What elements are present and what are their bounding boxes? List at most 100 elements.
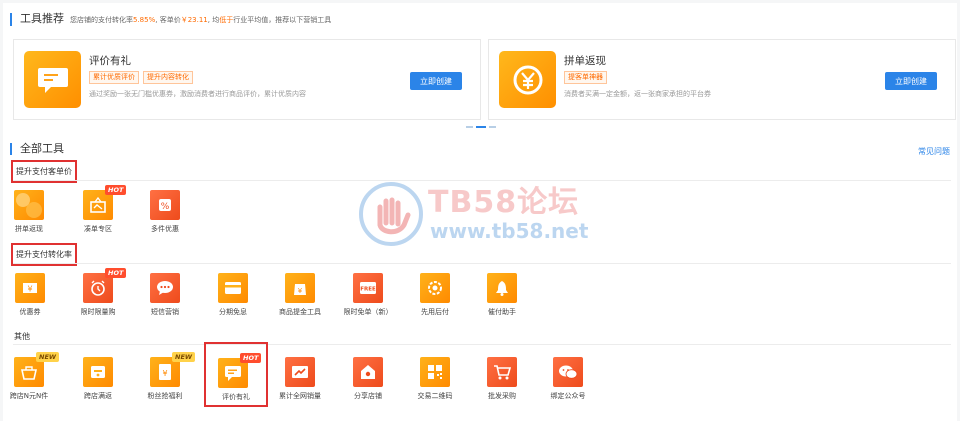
discount-tag-icon: % (150, 190, 180, 220)
tool-bundle-zone[interactable]: HOT 凑单专区 (83, 185, 143, 236)
tool-label: 绑定公众号 (550, 392, 586, 400)
tool-pay-later[interactable]: 先用后付 (420, 273, 480, 319)
shopping-cart-icon (487, 357, 517, 387)
compare-label: 低于 (219, 16, 234, 24)
all-tools-title: 全部工具 (10, 143, 64, 155)
tool-label: 商品提金工具 (279, 308, 321, 316)
free-tag-icon: FREE (353, 273, 383, 303)
hot-badge: HOT (240, 353, 262, 363)
divider (13, 180, 951, 181)
carousel-dot[interactable] (466, 126, 473, 128)
gold-bag-icon: ¥ (285, 273, 315, 303)
tool-label: 评价有礼 (222, 393, 250, 401)
tool-label: 分享店铺 (354, 392, 382, 400)
tool-label: 粉丝抢福利 (147, 392, 183, 400)
tool-label: 限时免单（新） (343, 308, 393, 316)
carousel-dot-active[interactable] (476, 126, 486, 128)
tool-label: 跨店满返 (84, 392, 112, 400)
new-badge: NEW (172, 352, 196, 362)
tool-label: 短信营销 (151, 308, 179, 316)
tool-label: 累计全网销量 (279, 392, 321, 400)
gear-badge-icon (420, 273, 450, 303)
tool-label: 批发采购 (488, 392, 516, 400)
svg-text:¥: ¥ (298, 287, 303, 295)
chat-bubble-icon (150, 273, 180, 303)
coupon-icon: ¥ (15, 273, 45, 303)
tool-label: 优惠券 (19, 308, 41, 316)
carousel-dots[interactable] (466, 126, 496, 128)
tool-trade-qr-code[interactable]: 交易二维码 (418, 357, 480, 403)
tool-free-order[interactable]: FREE 限时免单（新） (344, 273, 413, 319)
tool-total-sales[interactable]: 累计全网销量 (279, 357, 345, 403)
create-button[interactable]: 立即创建 (885, 72, 937, 90)
tool-group-cashback[interactable]: 拼单返现 (14, 190, 74, 236)
conversion-rate: 5.85% (133, 16, 156, 24)
svg-text:¥: ¥ (27, 285, 32, 294)
trend-chart-icon (285, 357, 315, 387)
card-title: 拼单返现 (564, 55, 606, 67)
tool-multi-discount[interactable]: % 多件优惠 (150, 190, 210, 236)
wechat-icon (553, 357, 583, 387)
card-tag: 累计优质评价 (89, 71, 139, 84)
watermark: TB58论坛 www.tb58.net (358, 175, 618, 255)
qr-code-icon (420, 357, 450, 387)
tool-label: 跨店N元N件 (9, 392, 49, 400)
group-label-other: 其他 (14, 332, 30, 341)
tool-label: 限时限量购 (80, 308, 116, 316)
tool-fan-benefit[interactable]: ¥ NEW 粉丝抢福利 (148, 352, 210, 403)
tool-label: 分期免息 (219, 308, 247, 316)
watermark-text: TB58论坛 (428, 185, 580, 220)
create-button[interactable]: 立即创建 (410, 72, 462, 90)
tool-label: 多件优惠 (151, 225, 179, 233)
svg-text:FREE: FREE (360, 287, 376, 293)
gift-card-icon (83, 357, 113, 387)
tool-payment-reminder[interactable]: 催付助手 (487, 273, 547, 319)
recommend-subtitle: 您店铺的支付转化率5.85%, 客单价￥23.11, 均低于行业平均值，推荐以下… (70, 16, 332, 24)
card-title: 评价有礼 (89, 55, 131, 67)
faq-link[interactable]: 常见问题 (918, 146, 950, 157)
card-tag: 提升内容转化 (143, 71, 193, 84)
tool-label: 凑单专区 (84, 225, 112, 233)
yen-coin-icon (499, 51, 556, 108)
tool-share-store[interactable]: 分享店铺 (353, 357, 413, 403)
tool-bind-official-account[interactable]: 绑定公众号 (551, 357, 613, 403)
avg-price: ￥23.11 (180, 16, 208, 24)
divider (13, 263, 951, 264)
carousel-dot[interactable] (489, 126, 496, 128)
share-store-icon (353, 357, 383, 387)
divider (13, 344, 951, 345)
credit-card-icon (218, 273, 248, 303)
recommend-card-review-gift[interactable]: 评价有礼 累计优质评价 提升内容转化 通过奖励一张无门槛优惠券，激励消费者进行商… (13, 39, 481, 120)
watermark-logo-icon (359, 182, 423, 246)
card-tags: 累计优质评价 提升内容转化 (89, 71, 193, 84)
new-badge: NEW (36, 352, 60, 362)
recommend-section-title: 工具推荐 您店铺的支付转化率5.85%, 客单价￥23.11, 均低于行业平均值，… (10, 13, 331, 26)
tool-cross-store-rebate[interactable]: 跨店满返 (83, 357, 143, 403)
tool-coupon[interactable]: ¥ 优惠券 (15, 273, 75, 319)
card-tags: 提客单神器 (564, 71, 607, 84)
card-description: 消费者买满一定金额，返一张商家承担的平台券 (564, 90, 711, 98)
card-description: 通过奖励一张无门槛优惠券，激励消费者进行商品评价，累计优质内容 (89, 90, 306, 98)
tool-label: 先用后付 (421, 308, 449, 316)
main-panel: 工具推荐 您店铺的支付转化率5.85%, 客单价￥23.11, 均低于行业平均值，… (3, 3, 957, 421)
hot-badge: HOT (105, 185, 127, 195)
tool-label: 交易二维码 (417, 392, 453, 400)
tool-sms-marketing[interactable]: 短信营销 (150, 273, 210, 319)
recommend-card-group-cashback[interactable]: 拼单返现 提客单神器 消费者买满一定金额，返一张商家承担的平台券 立即创建 (488, 39, 956, 120)
yen-coin-icon (14, 190, 44, 220)
bell-icon (487, 273, 517, 303)
tool-cross-store-n-yuan[interactable]: NEW 跨店N元N件 (10, 352, 74, 403)
tool-label: 拼单返现 (15, 225, 43, 233)
card-tag: 提客单神器 (564, 71, 607, 84)
tool-installment[interactable]: 分期免息 (218, 273, 278, 319)
tool-review-gift-highlighted[interactable]: HOT 评价有礼 (204, 342, 268, 407)
message-icon (24, 51, 81, 108)
svg-text:¥: ¥ (162, 369, 167, 378)
tool-gold-promo[interactable]: ¥ 商品提金工具 (279, 273, 345, 319)
watermark-url: www.tb58.net (430, 219, 589, 243)
svg-text:%: % (161, 202, 170, 212)
hot-badge: HOT (105, 268, 127, 278)
recommend-title: 工具推荐 (20, 12, 64, 25)
tool-flash-sale[interactable]: HOT 限时限量购 (81, 268, 143, 319)
tool-label: 催付助手 (488, 308, 516, 316)
